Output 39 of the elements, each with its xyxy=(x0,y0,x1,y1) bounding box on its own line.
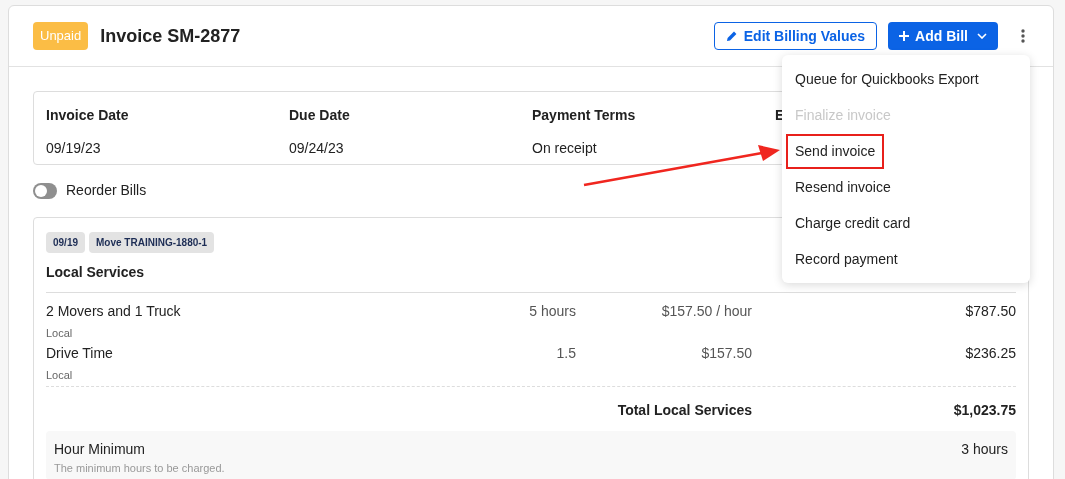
more-icon[interactable] xyxy=(1021,29,1025,43)
minimum-description: The minimum hours to be charged. xyxy=(54,461,225,476)
bill-title: Local Services xyxy=(46,263,146,282)
minimum-title: Hour Minimum xyxy=(54,440,146,459)
menu-item[interactable]: Resend invoice xyxy=(786,169,900,205)
status-badge: Unpaid xyxy=(33,22,89,50)
menu-item[interactable]: Queue for Quickbooks Export xyxy=(786,61,988,97)
line-item-amount: $236.25 xyxy=(965,344,1016,363)
line-item-amount: $787.50 xyxy=(965,302,1016,321)
chevron-down-icon xyxy=(977,33,987,39)
invoice-title: Invoice SM-2877 xyxy=(100,24,241,48)
menu-item[interactable]: Record payment xyxy=(786,241,907,277)
reorder-toggle[interactable] xyxy=(33,182,57,199)
line-item-rate: $157.50 xyxy=(701,344,752,363)
line-item-quantity: 1.5 xyxy=(556,344,576,363)
line-item-name: 2 Movers and 1 Truck xyxy=(46,302,181,321)
menu-item[interactable]: Send invoice xyxy=(786,133,885,169)
toggle-label: Reorder Bills xyxy=(66,181,147,200)
menu-item[interactable]: Charge credit card xyxy=(786,205,920,241)
total-amount: $1,023.75 xyxy=(953,401,1016,420)
info-label: Due Date xyxy=(289,106,351,125)
add-bill-button[interactable]: Add Bill xyxy=(888,22,998,50)
info-label: Payment Terms xyxy=(532,106,637,125)
edit-billing-button[interactable]: Edit Billing Values xyxy=(713,22,878,50)
info-value: 09/24/23 xyxy=(289,139,345,158)
line-item-name: Drive Time xyxy=(46,344,113,363)
info-label: Invoice Date xyxy=(46,106,130,125)
plus-icon xyxy=(899,31,910,41)
minimum-value: 3 hours xyxy=(961,440,1008,459)
bill-tag: Move TRAINING-1880-1 xyxy=(89,232,215,253)
line-item-category: Local xyxy=(46,368,73,383)
line-item-category: Local xyxy=(46,326,73,341)
line-item-rate: $157.50 / hour xyxy=(661,302,752,321)
info-value: On receipt xyxy=(532,139,598,158)
info-value: 09/19/23 xyxy=(46,139,102,158)
line-item-quantity: 5 hours xyxy=(529,302,576,321)
pencil-icon xyxy=(725,30,738,42)
bill-tag: 09/19 xyxy=(46,232,86,253)
total-label: Total Local Services xyxy=(617,401,752,420)
